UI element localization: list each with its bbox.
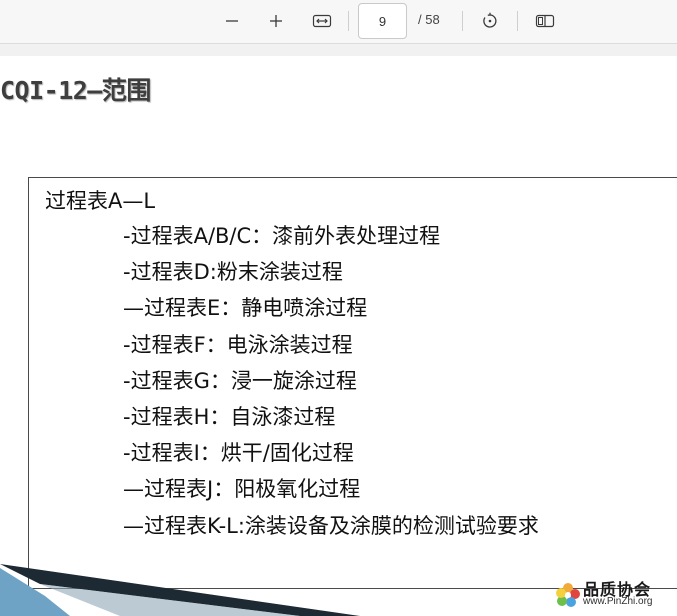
fit-width-icon	[312, 14, 332, 28]
page-gap	[0, 44, 677, 56]
list-item: -过程表A/B/C：漆前外表处理过程	[123, 224, 441, 248]
list-item: -过程表D:粉末涂装过程	[123, 260, 343, 285]
list-item: -过程表H：自泳漆过程	[123, 404, 336, 429]
minus-icon	[226, 20, 238, 22]
toolbar-divider	[517, 11, 518, 31]
process-table-list: -过程表A/B/C：漆前外表处理过程 -过程表D:粉末涂装过程 —过程表E：静电…	[123, 220, 539, 546]
rotate-icon	[483, 12, 497, 28]
rotate-button[interactable]	[474, 6, 506, 36]
page-count: / 58	[418, 12, 440, 27]
fit-page-button[interactable]	[306, 6, 338, 36]
content-box: 过程表A—L -过程表A/B/C：漆前外表处理过程 -过程表D:粉末涂装过程 —…	[28, 177, 677, 589]
page-view-button[interactable]	[529, 6, 561, 36]
box-heading: 过程表A—L	[45, 189, 156, 213]
list-item: -过程表F：电泳涂装过程	[123, 332, 353, 357]
plus-icon	[270, 15, 282, 27]
decorative-swoosh	[0, 564, 360, 616]
watermark-logo: 品质协会 www.PinZhi.org	[553, 576, 673, 610]
list-item: -过程表I：烘干/固化过程	[123, 441, 354, 466]
slide-page: CQI-12—范围 过程表A—L -过程表A/B/C：漆前外表处理过程 -过程表…	[0, 56, 677, 616]
two-page-view-icon	[535, 14, 555, 28]
pdf-toolbar: / 58	[0, 0, 677, 44]
list-item: —过程表E：静电喷涂过程	[123, 296, 368, 321]
watermark-url: www.PinZhi.org	[583, 596, 653, 607]
list-item: —过程表J：阳极氧化过程	[123, 477, 361, 502]
zoom-out-button[interactable]	[216, 6, 248, 36]
zoom-in-button[interactable]	[260, 6, 292, 36]
page-number-input[interactable]	[358, 3, 407, 39]
toolbar-divider	[462, 11, 463, 31]
slide-title: CQI-12—范围	[0, 76, 151, 105]
list-item: —过程表K-L:涂装设备及涂膜的检测试验要求	[123, 513, 539, 538]
list-item: -过程表G：浸一旋涂过程	[123, 368, 357, 393]
toolbar-divider	[348, 11, 349, 31]
flower-logo-icon	[556, 583, 580, 607]
